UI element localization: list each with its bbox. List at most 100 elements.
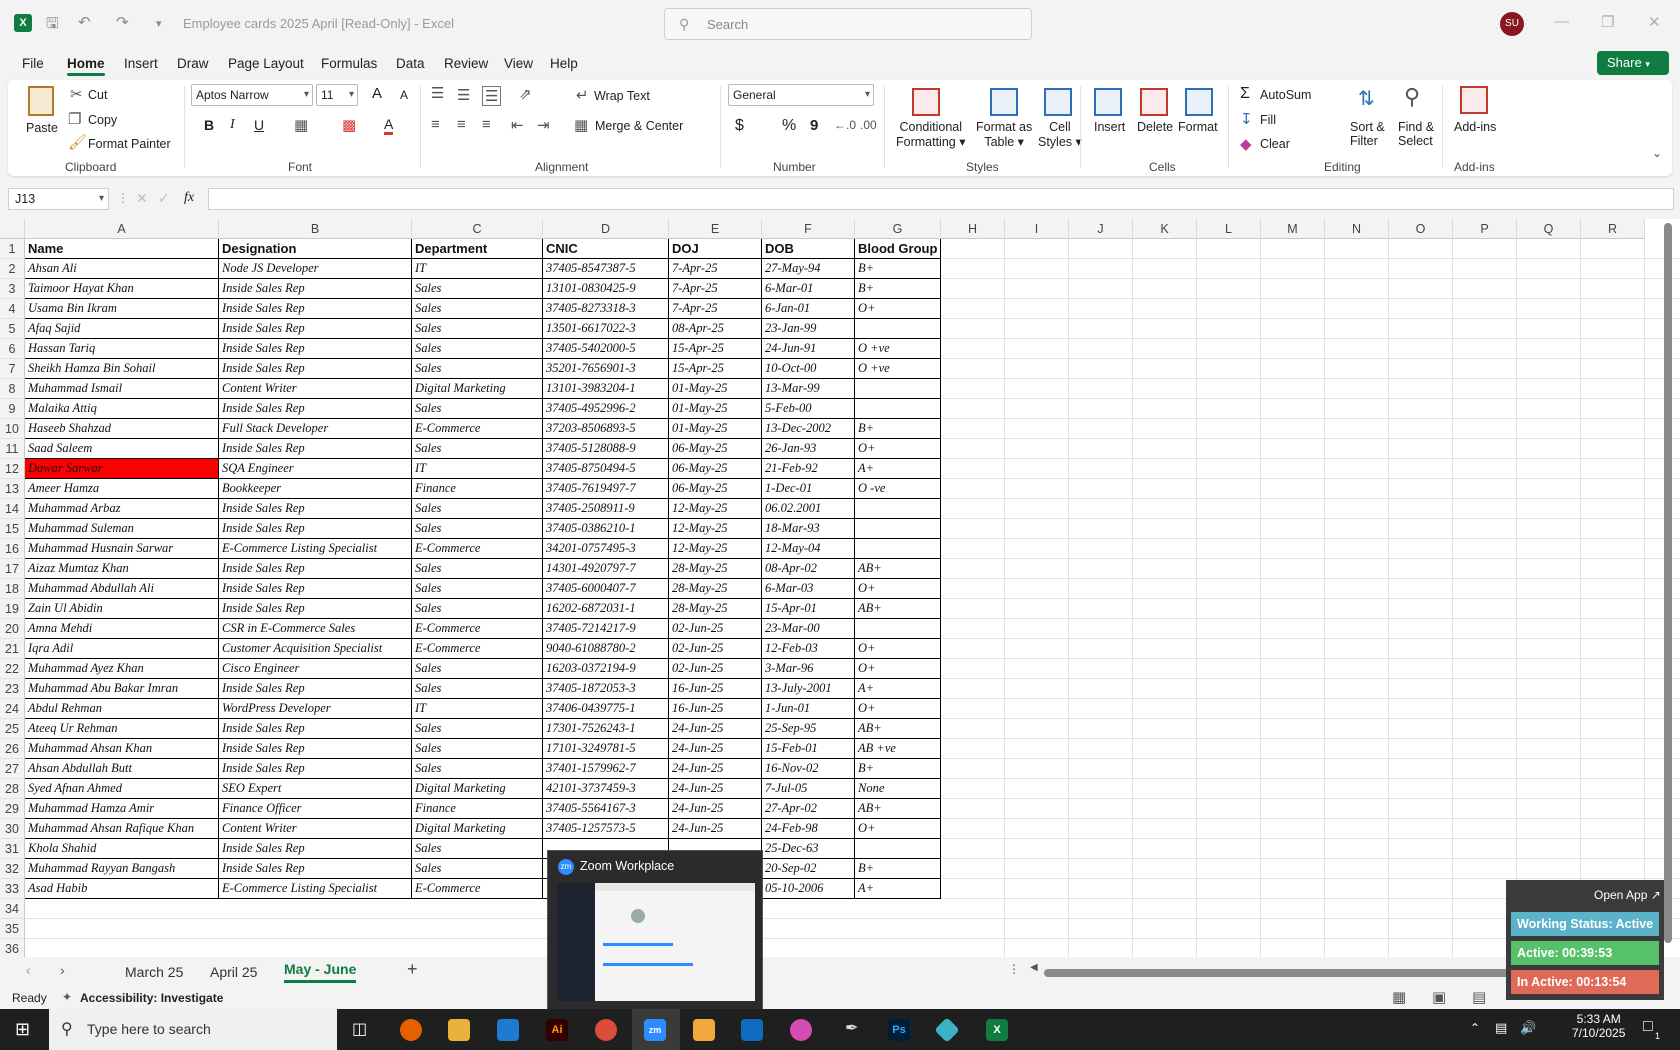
cell-cnic[interactable]: 16202-6872031-1	[543, 599, 669, 619]
cell-cnic[interactable]: 34201-0757495-3	[543, 539, 669, 559]
formula-options-icon[interactable]: ⋮	[117, 191, 129, 205]
cell-name[interactable]: Muhammad Ahsan Khan	[25, 739, 219, 759]
cell-dob[interactable]: 16-Nov-02	[762, 759, 855, 779]
cell-blood-group[interactable]: AB+	[855, 799, 941, 819]
row-header-8[interactable]: 8	[0, 379, 25, 399]
cell-name[interactable]: Muhammad Suleman	[25, 519, 219, 539]
cell-name[interactable]: Muhammad Arbaz	[25, 499, 219, 519]
wrap-text-button[interactable]: Wrap Text	[594, 89, 650, 103]
cell-name[interactable]: Muhammad Ahsan Rafique Khan	[25, 819, 219, 839]
cell-department[interactable]: Sales	[412, 499, 543, 519]
header-cell-name[interactable]: Name	[25, 239, 219, 259]
delete-cells-button[interactable]: Delete	[1137, 120, 1173, 134]
decrease-decimal-icon[interactable]: .00	[860, 118, 877, 132]
borders-icon[interactable]: ▦	[294, 116, 308, 134]
autosum-button[interactable]: AutoSum	[1260, 88, 1311, 102]
task-view-icon[interactable]: ◫	[352, 1019, 367, 1039]
copy-icon[interactable]: ❐	[68, 110, 81, 128]
cell-department[interactable]: Sales	[412, 279, 543, 299]
align-bottom-icon[interactable]: ☰	[482, 86, 502, 106]
cell-doj[interactable]: 7-Apr-25	[669, 299, 762, 319]
cell-doj[interactable]: 16-Jun-25	[669, 679, 762, 699]
cell-department[interactable]: E-Commerce	[412, 419, 543, 439]
conditional-formatting-icon[interactable]	[912, 88, 940, 116]
row-header-27[interactable]: 27	[0, 759, 25, 779]
cell-designation[interactable]: CSR in E-Commerce Sales	[219, 619, 412, 639]
cell-designation[interactable]: Bookkeeper	[219, 479, 412, 499]
cell-dob[interactable]: 13-Mar-99	[762, 379, 855, 399]
cell-dob[interactable]: 25-Sep-95	[762, 719, 855, 739]
cell-blood-group[interactable]: B+	[855, 259, 941, 279]
row-header-15[interactable]: 15	[0, 519, 25, 539]
cell-blood-group[interactable]	[855, 839, 941, 859]
cell-designation[interactable]: Inside Sales Rep	[219, 559, 412, 579]
header-cell-cnic[interactable]: CNIC	[543, 239, 669, 259]
cell-blood-group[interactable]: O+	[855, 639, 941, 659]
cell-blood-group[interactable]: A+	[855, 879, 941, 899]
tab-help[interactable]: Help	[550, 56, 578, 71]
orientation-icon[interactable]: ⇗	[519, 85, 532, 103]
cell-doj[interactable]: 08-Apr-25	[669, 319, 762, 339]
xampp-icon[interactable]	[693, 1019, 715, 1041]
cell-doj[interactable]: 12-May-25	[669, 539, 762, 559]
row-header-22[interactable]: 22	[0, 659, 25, 679]
cell-cnic[interactable]: 37405-8750494-5	[543, 459, 669, 479]
select-all-corner[interactable]	[0, 219, 25, 239]
insert-cells-icon[interactable]	[1094, 88, 1122, 116]
cell-dob[interactable]: 08-Apr-02	[762, 559, 855, 579]
cell-name[interactable]: Ahsan Abdullah Butt	[25, 759, 219, 779]
row-header-29[interactable]: 29	[0, 799, 25, 819]
cell-designation[interactable]: Inside Sales Rep	[219, 579, 412, 599]
row-header-33[interactable]: 33	[0, 879, 25, 899]
cell-dob[interactable]: 6-Mar-03	[762, 579, 855, 599]
column-header-c[interactable]: C	[412, 219, 543, 239]
cell-department[interactable]: Sales	[412, 579, 543, 599]
format-painter-button[interactable]: Format Painter	[88, 137, 171, 151]
grow-font-button[interactable]: A	[372, 85, 382, 102]
cell-name[interactable]: Haseeb Shahzad	[25, 419, 219, 439]
cell-designation[interactable]: Customer Acquisition Specialist	[219, 639, 412, 659]
cell-blood-group[interactable]: O +ve	[855, 359, 941, 379]
clear-button[interactable]: Clear	[1260, 137, 1290, 151]
minimize-icon[interactable]: —	[1554, 13, 1569, 30]
cell-department[interactable]: E-Commerce	[412, 639, 543, 659]
cell-cnic[interactable]: 9040-61088780-2	[543, 639, 669, 659]
row-header-16[interactable]: 16	[0, 539, 25, 559]
cell-name[interactable]: Muhammad Hamza Amir	[25, 799, 219, 819]
cell-name[interactable]: Malaika Attiq	[25, 399, 219, 419]
customize-quick-access-icon[interactable]: ▾	[156, 17, 162, 30]
cell-dob[interactable]: 24-Feb-98	[762, 819, 855, 839]
row-header-26[interactable]: 26	[0, 739, 25, 759]
cell-name[interactable]: Saad Saleem	[25, 439, 219, 459]
column-header-h[interactable]: H	[941, 219, 1005, 239]
cell-name[interactable]: Asad Habib	[25, 879, 219, 899]
cell-name[interactable]: Dawar Sarwar	[25, 459, 219, 479]
cell-department[interactable]: Finance	[412, 799, 543, 819]
cell-blood-group[interactable]	[855, 619, 941, 639]
cell-designation[interactable]: Inside Sales Rep	[219, 339, 412, 359]
align-right-icon[interactable]: ≡	[482, 116, 491, 133]
cell-designation[interactable]: Finance Officer	[219, 799, 412, 819]
cell-doj[interactable]: 24-Jun-25	[669, 819, 762, 839]
cell-cnic[interactable]: 37401-1579962-7	[543, 759, 669, 779]
cell-dob[interactable]: 15-Feb-01	[762, 739, 855, 759]
cell-cnic[interactable]: 37405-8273318-3	[543, 299, 669, 319]
cancel-entry-icon[interactable]: ✕	[136, 190, 148, 207]
cell-department[interactable]: Digital Marketing	[412, 819, 543, 839]
cell-designation[interactable]: E-Commerce Listing Specialist	[219, 879, 412, 899]
cell-doj[interactable]: 28-May-25	[669, 559, 762, 579]
cell-dob[interactable]: 7-Jul-05	[762, 779, 855, 799]
cell-designation[interactable]: E-Commerce Listing Specialist	[219, 539, 412, 559]
delete-cells-icon[interactable]	[1140, 88, 1168, 116]
scroll-tabs-left-icon[interactable]: ‹	[26, 962, 31, 978]
cell-dob[interactable]: 6-Jan-01	[762, 299, 855, 319]
sheet-tab-march[interactable]: March 25	[125, 964, 183, 980]
cell-doj[interactable]: 01-May-25	[669, 399, 762, 419]
underline-button[interactable]: U	[254, 117, 264, 133]
cell-cnic[interactable]: 37405-7619497-7	[543, 479, 669, 499]
cell-designation[interactable]: SQA Engineer	[219, 459, 412, 479]
cell-designation[interactable]: Inside Sales Rep	[219, 319, 412, 339]
cell-cnic[interactable]: 37405-0386210-1	[543, 519, 669, 539]
fill-icon[interactable]: ↧	[1240, 110, 1253, 128]
cell-doj[interactable]: 24-Jun-25	[669, 759, 762, 779]
